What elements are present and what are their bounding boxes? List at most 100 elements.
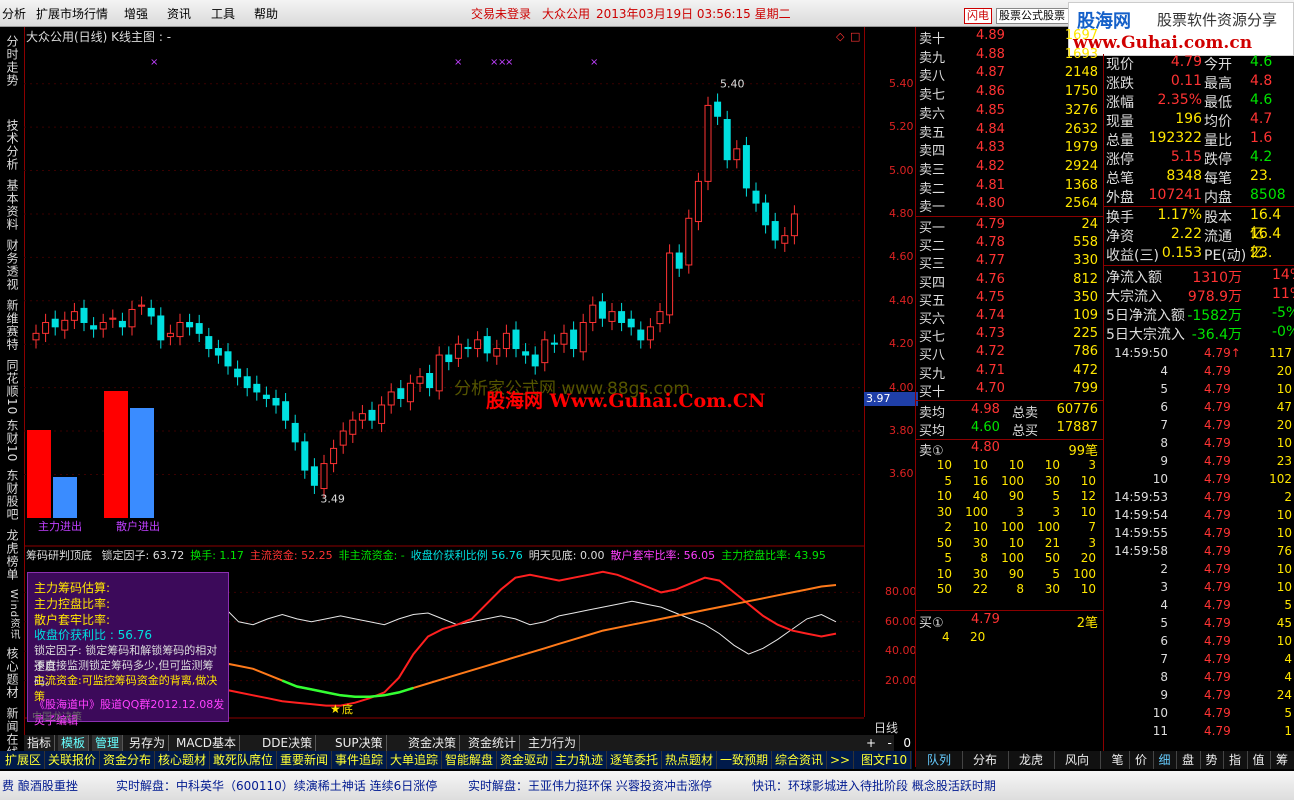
- quote-row: 外盘 107241 内盘 8508: [1104, 187, 1294, 206]
- ask-volume: 1979: [1064, 140, 1098, 156]
- tick-volume: 10: [1276, 508, 1292, 522]
- extension-tab[interactable]: 图文F10: [858, 751, 912, 769]
- right-tab[interactable]: 风向: [1054, 751, 1101, 769]
- indicator-tab[interactable]: 资金统计: [465, 735, 521, 751]
- extension-tab[interactable]: 逐笔委托: [607, 751, 663, 769]
- indicator-tab[interactable]: 另存为: [126, 735, 170, 751]
- side-tab-guba[interactable]: 东财股吧: [3, 469, 21, 521]
- ask-row[interactable]: 卖三 4.82 2924: [916, 158, 1102, 178]
- login-status[interactable]: 交易未登录: [471, 5, 531, 22]
- zoom-reset-button[interactable]: 0: [903, 736, 911, 750]
- extension-tab[interactable]: 资金分布: [100, 751, 156, 769]
- indicator-tab[interactable]: 主力行为: [525, 735, 581, 751]
- candle-body: [762, 202, 770, 226]
- extension-tab[interactable]: 核心题材: [155, 751, 211, 769]
- indicator-tab[interactable]: MACD基本: [173, 735, 240, 751]
- far-right-tab[interactable]: 值: [1247, 751, 1271, 769]
- bid-row[interactable]: 买一 4.79 24: [916, 217, 1102, 236]
- far-right-tab[interactable]: 价: [1130, 751, 1154, 769]
- zoom-in-button[interactable]: +: [866, 736, 876, 750]
- side-tab-dc10[interactable]: 东财10: [3, 419, 21, 462]
- tick-price: 4.79: [1204, 400, 1231, 414]
- extension-tab[interactable]: 智能解盘: [442, 751, 498, 769]
- side-tab-timeshare[interactable]: 分时走势: [3, 35, 21, 87]
- extension-tab[interactable]: 关联报价: [45, 751, 101, 769]
- extension-tab[interactable]: 大单追踪: [387, 751, 443, 769]
- side-tab-wind[interactable]: Wind资讯: [3, 589, 21, 640]
- indicator-tab[interactable]: 管理: [92, 735, 124, 751]
- queue-cell: 50: [1044, 551, 1060, 565]
- ask-volume: 2632: [1064, 121, 1098, 137]
- bid-row[interactable]: 买五 4.75 350: [916, 290, 1102, 309]
- side-tab-longhu[interactable]: 龙虎榜单: [3, 529, 21, 581]
- zoom-out-button[interactable]: -: [888, 736, 892, 750]
- extension-tab[interactable]: 敢死队席位: [210, 751, 278, 769]
- side-tab-core[interactable]: 核心题材: [3, 647, 21, 699]
- bid-row[interactable]: 买九 4.71 472: [916, 363, 1102, 382]
- ask-row[interactable]: 卖五 4.84 2632: [916, 121, 1102, 141]
- bid-row[interactable]: 买八 4.72 786: [916, 344, 1102, 363]
- ask-row[interactable]: 卖九 4.88 1693: [916, 47, 1102, 66]
- menu-extended-market[interactable]: 扩展市场行情: [36, 5, 108, 22]
- extension-tab[interactable]: 综合资讯: [772, 751, 828, 769]
- indicator-tab[interactable]: DDE决策: [259, 735, 317, 751]
- ticker-item[interactable]: 实时解盘：王亚伟力挺环保 兴蓉投资冲击涨停: [468, 777, 712, 794]
- indicator-tab[interactable]: 指标: [24, 735, 56, 751]
- extension-tab[interactable]: 一致预期: [717, 751, 773, 769]
- indicator-tab[interactable]: 模板: [58, 735, 90, 751]
- ask-row[interactable]: 卖一 4.80 2564: [916, 196, 1102, 215]
- far-right-tab[interactable]: 筹: [1271, 751, 1294, 769]
- side-tab-finance[interactable]: 财务透视: [3, 239, 21, 291]
- ask-volume: 2924: [1064, 158, 1098, 174]
- far-right-tab[interactable]: 盘: [1177, 751, 1201, 769]
- flash-button[interactable]: 闪电: [964, 8, 992, 24]
- extension-tab[interactable]: 资金驱动: [497, 751, 553, 769]
- ask-row[interactable]: 卖十 4.89 1697: [916, 28, 1102, 47]
- far-right-tab[interactable]: 细: [1153, 751, 1177, 769]
- extension-tab[interactable]: 重要新闻: [277, 751, 333, 769]
- extension-tab[interactable]: 主力轨迹: [552, 751, 608, 769]
- ask-row[interactable]: 卖八 4.87 2148: [916, 65, 1102, 84]
- formula-button[interactable]: 股票公式股票: [996, 8, 1072, 24]
- ask-row[interactable]: 卖二 4.81 1368: [916, 177, 1102, 197]
- extension-tab[interactable]: >>: [827, 751, 855, 769]
- extension-tab[interactable]: 事件追踪: [332, 751, 388, 769]
- side-tab-ths10[interactable]: 同花顺10: [3, 359, 21, 415]
- ticker-item[interactable]: 费 酿酒股重挫: [2, 777, 78, 794]
- kline-chart[interactable]: × × × ×× ×5.403.49分析家公式网 www.88gs.com股海网 Www…: [24, 27, 864, 547]
- bid-row[interactable]: 买七 4.73 225: [916, 326, 1102, 345]
- extension-tab[interactable]: 扩展区: [2, 751, 46, 769]
- bid-row[interactable]: 买二 4.78 558: [916, 235, 1102, 254]
- right-tab[interactable]: 分布: [962, 751, 1009, 769]
- restore-icon: ◇: [836, 30, 845, 43]
- bid-row[interactable]: 买六 4.74 109: [916, 308, 1102, 327]
- indicator-tab[interactable]: SUP决策: [332, 735, 387, 751]
- bid-row[interactable]: 买十 4.70 799: [916, 381, 1102, 400]
- ticker-item[interactable]: 实时解盘：中科英华（600110）续演稀土神话 连续6日涨停: [116, 777, 437, 794]
- indicator-tab[interactable]: 资金决策: [405, 735, 461, 751]
- bid-row[interactable]: 买三 4.77 330: [916, 253, 1102, 272]
- candle-body: [214, 348, 222, 356]
- right-tab[interactable]: 队列: [916, 751, 963, 769]
- menu-info[interactable]: 资讯: [167, 5, 191, 22]
- side-tab-technical[interactable]: 技术分析: [3, 119, 21, 171]
- menu-analysis[interactable]: 分析: [2, 5, 26, 22]
- menu-tools[interactable]: 工具: [211, 5, 235, 22]
- ticker-item[interactable]: 快讯：环球影城进入待批阶段 概念股活跃时期: [752, 777, 996, 794]
- ask-price: 4.81: [976, 177, 1005, 193]
- ask-row[interactable]: 卖七 4.86 1750: [916, 84, 1102, 103]
- candle-body: [195, 323, 203, 334]
- extension-tab[interactable]: 热点题材: [662, 751, 718, 769]
- far-right-tab[interactable]: 指: [1224, 751, 1248, 769]
- ask-row[interactable]: 卖六 4.85 3276: [916, 103, 1102, 122]
- menu-enhance[interactable]: 增强: [124, 5, 148, 22]
- ask-row[interactable]: 卖四 4.83 1979: [916, 140, 1102, 159]
- tick-price: 4.79: [1204, 454, 1231, 468]
- far-right-tab[interactable]: 势: [1200, 751, 1224, 769]
- side-tab-xinwei[interactable]: 新维赛特: [3, 299, 21, 351]
- side-tab-basic[interactable]: 基本资料: [3, 179, 21, 231]
- far-right-tab[interactable]: 笔: [1106, 751, 1130, 769]
- bid-row[interactable]: 买四 4.76 812: [916, 272, 1102, 291]
- menu-help[interactable]: 帮助: [254, 5, 278, 22]
- right-tab[interactable]: 龙虎: [1008, 751, 1055, 769]
